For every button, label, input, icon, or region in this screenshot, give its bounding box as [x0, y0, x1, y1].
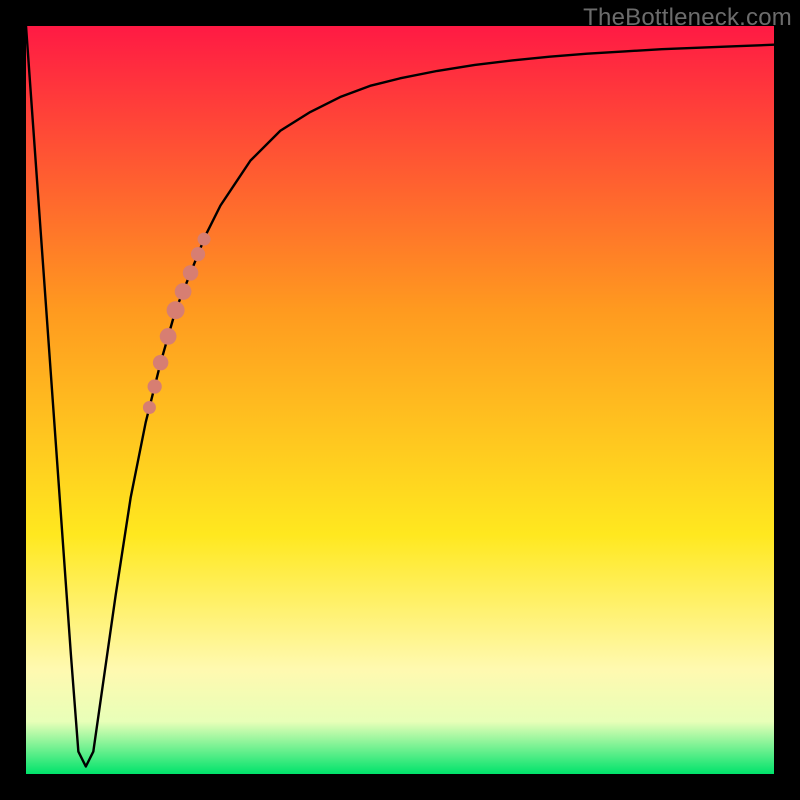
highlight-dot — [167, 301, 185, 319]
highlight-dot — [191, 247, 205, 261]
gradient-background — [26, 26, 774, 774]
highlight-dot — [183, 265, 199, 281]
highlight-dot — [175, 283, 192, 300]
chart-frame: TheBottleneck.com — [0, 0, 800, 800]
highlight-dot — [143, 401, 156, 414]
highlight-dot — [198, 233, 211, 246]
highlight-dot — [160, 328, 177, 345]
watermark-text: TheBottleneck.com — [583, 4, 792, 32]
highlight-dot — [153, 355, 169, 371]
chart-svg — [26, 26, 774, 774]
plot-area — [26, 26, 774, 774]
highlight-dot — [148, 379, 162, 393]
